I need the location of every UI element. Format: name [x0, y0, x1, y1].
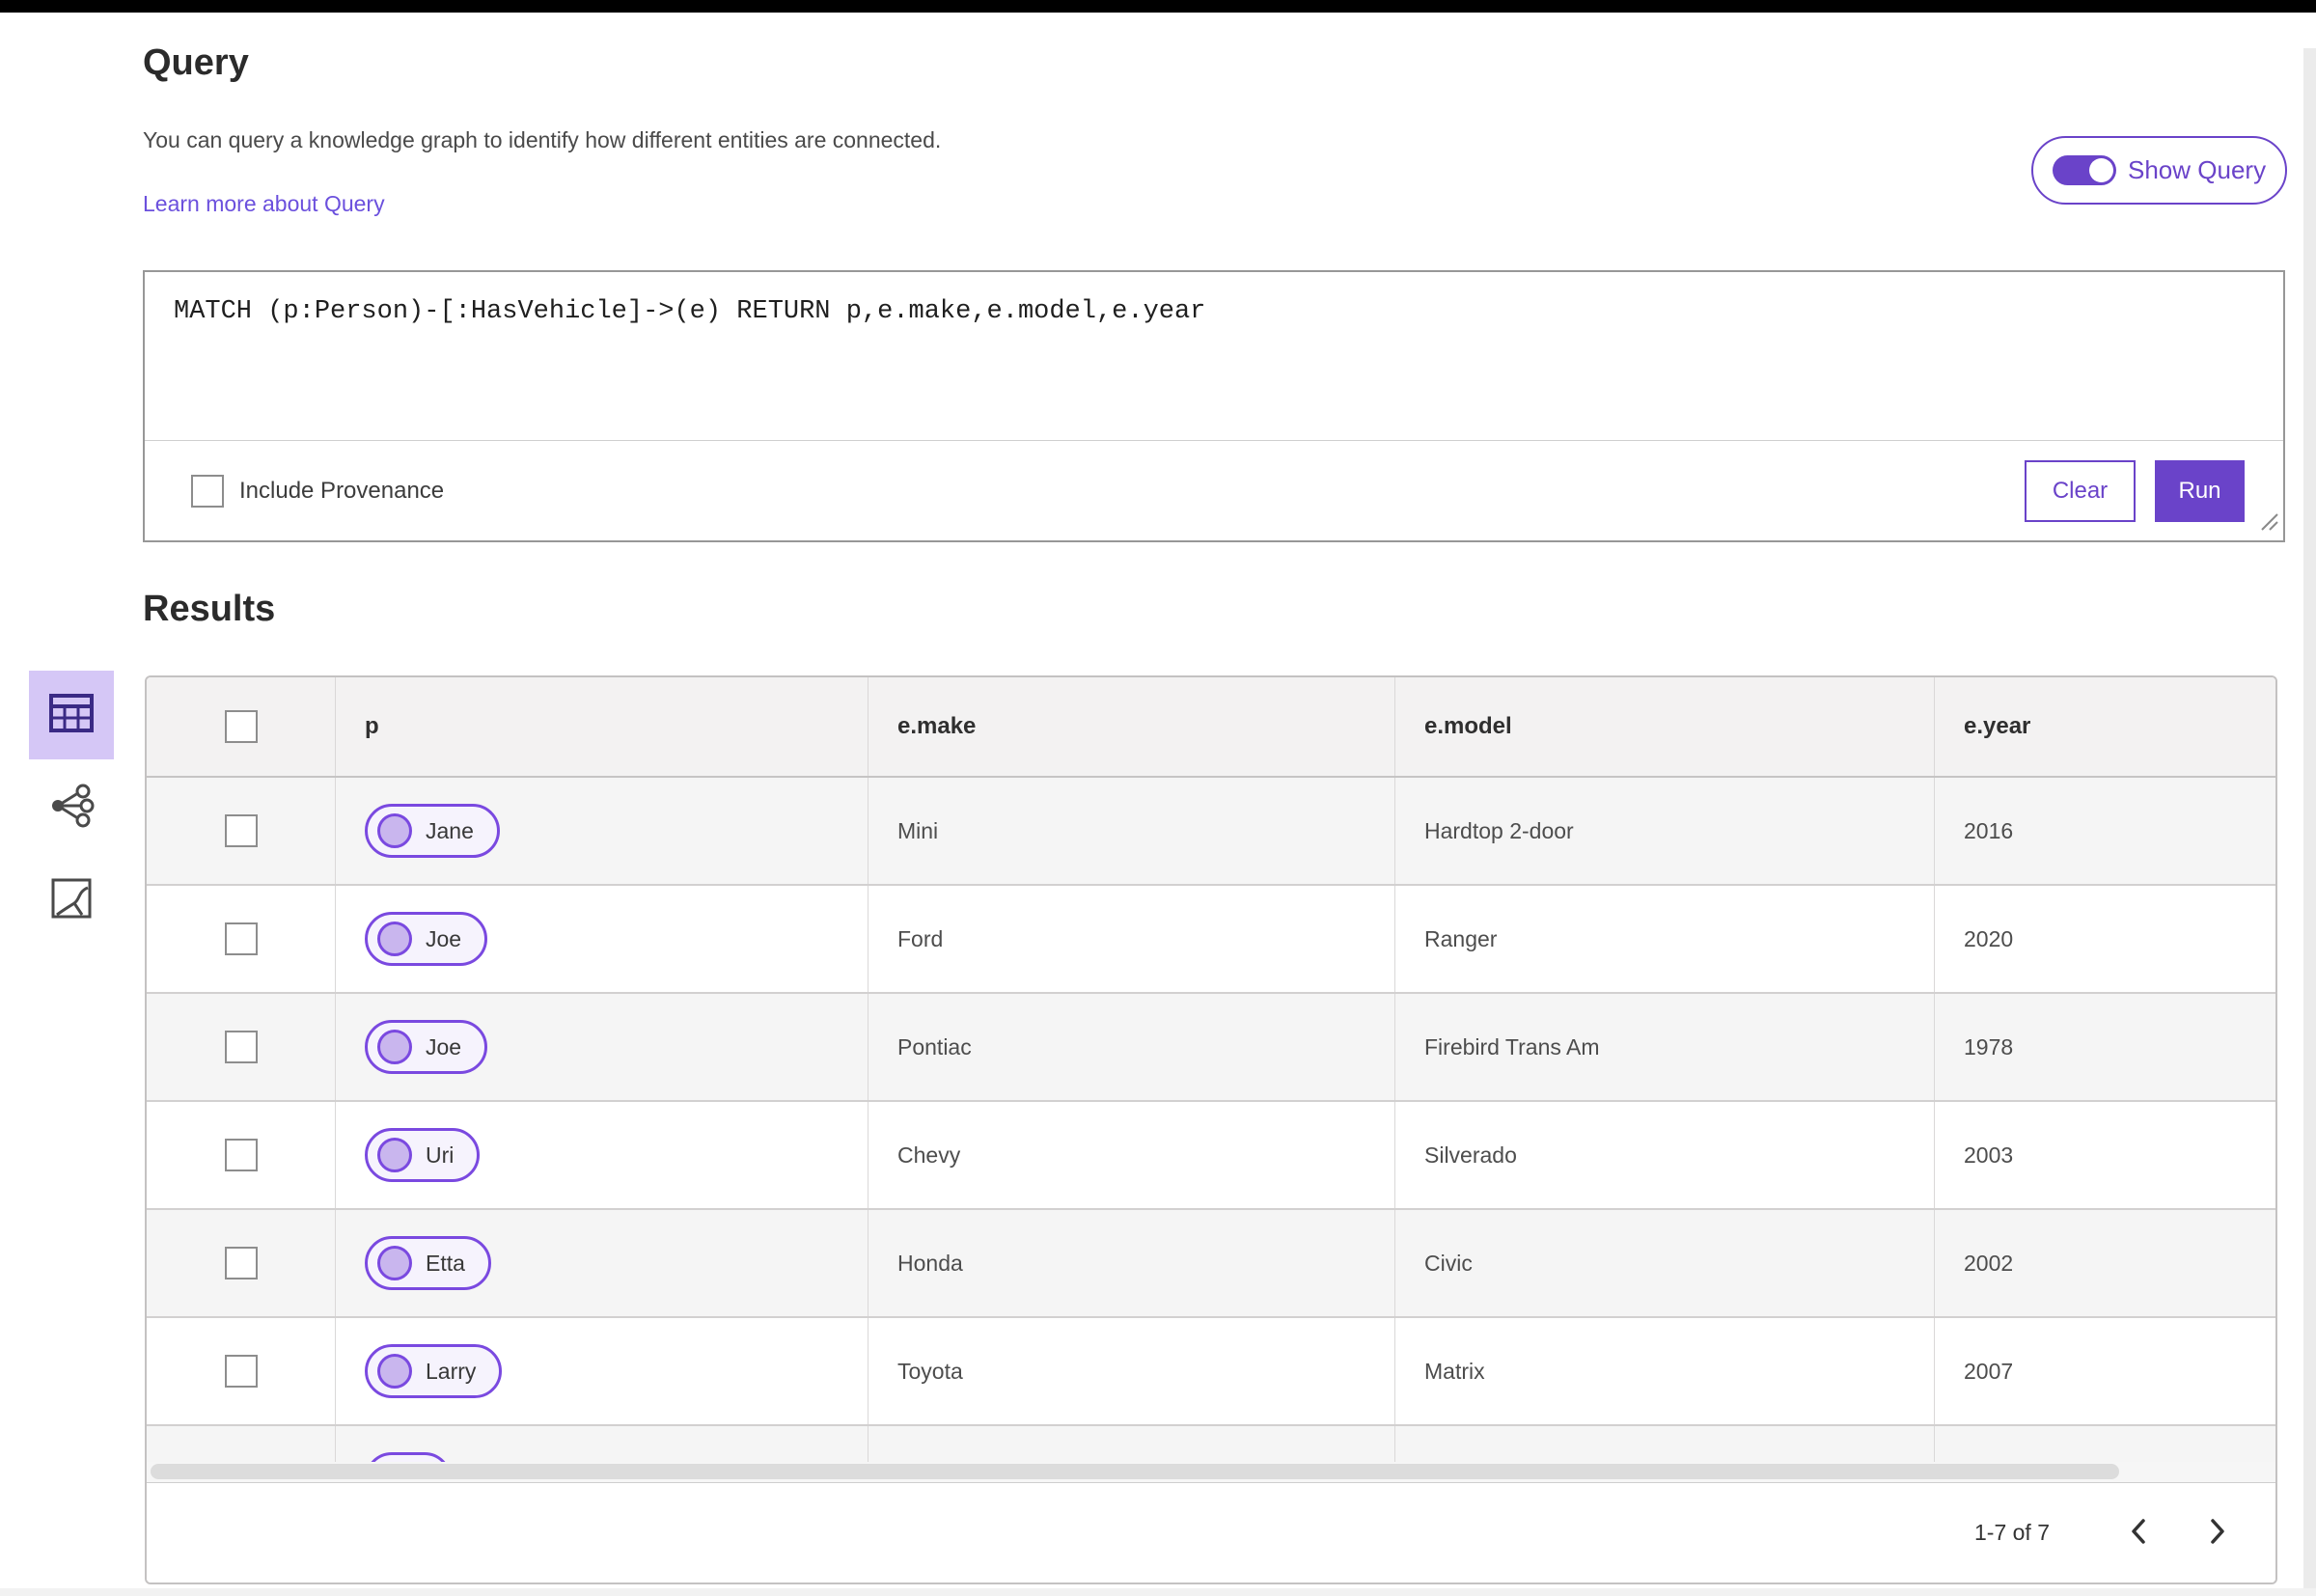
- entity-node-icon: [377, 1138, 412, 1172]
- results-view-switcher: [29, 671, 114, 945]
- tab-link-chart-view[interactable]: [29, 763, 114, 852]
- table-header-row: p e.make e.model e.year: [147, 677, 2275, 778]
- row-checkbox[interactable]: [224, 814, 258, 847]
- entity-chip[interactable]: Jane: [365, 804, 500, 858]
- column-header-make[interactable]: e.make: [868, 677, 1395, 776]
- learn-more-link[interactable]: Learn more about Query: [143, 191, 385, 217]
- page-bottom-edge: [0, 1588, 2316, 1596]
- map-icon: [49, 876, 94, 925]
- include-provenance-checkbox[interactable]: [191, 474, 224, 508]
- cell-year: 2016: [1964, 817, 2014, 843]
- cell-model: Matrix: [1395, 1318, 1935, 1424]
- cell-year: 2007: [1964, 1358, 2014, 1384]
- next-page-button[interactable]: [2189, 1504, 2247, 1562]
- chevron-left-icon: [2128, 1517, 2149, 1549]
- row-checkbox[interactable]: [224, 1031, 258, 1063]
- scrollbar-thumb[interactable]: [151, 1464, 2119, 1479]
- cell-year: 2003: [1964, 1142, 2014, 1168]
- table-row: Larry Toyota Matrix 2007: [147, 1318, 2275, 1426]
- column-header-year[interactable]: e.year: [1935, 677, 2275, 776]
- run-button[interactable]: Run: [2155, 459, 2245, 522]
- row-checkbox[interactable]: [224, 922, 258, 955]
- cell-make: Chevy: [868, 1102, 1395, 1208]
- cell-model: [1395, 1426, 1935, 1462]
- entity-chip[interactable]: Etta: [365, 1236, 491, 1290]
- entity-chip[interactable]: Joe: [365, 1020, 488, 1074]
- pagination-range: 1-7 of 7: [1974, 1520, 2050, 1545]
- cell-model: Civic: [1395, 1210, 1935, 1316]
- row-checkbox[interactable]: [224, 1247, 258, 1280]
- entity-chip[interactable]: Uri: [365, 1128, 481, 1182]
- table-body: Jane Mini Hardtop 2-door 2016 Joe Ford R…: [147, 778, 2275, 1462]
- page-description: You can query a knowledge graph to ident…: [143, 127, 942, 152]
- page-vertical-scrollbar[interactable]: [2303, 48, 2316, 1596]
- entity-node-icon: [377, 1246, 412, 1280]
- show-query-toggle[interactable]: Show Query: [2031, 136, 2287, 205]
- entity-chip[interactable]: Larry: [365, 1344, 503, 1398]
- entity-node-icon: [377, 813, 412, 848]
- toggle-knob: [2089, 158, 2113, 182]
- cell-year: 2020: [1964, 925, 2014, 951]
- clear-button[interactable]: Clear: [2025, 459, 2136, 522]
- query-toolbar: Include Provenance Clear Run: [145, 441, 2283, 540]
- cell-make: Mini: [868, 778, 1395, 884]
- cell-model: Silverado: [1395, 1102, 1935, 1208]
- window-top-bar: [0, 0, 2316, 13]
- table-row-partial: [147, 1426, 2275, 1462]
- select-all-checkbox[interactable]: [224, 710, 258, 743]
- cell-model: Hardtop 2-door: [1395, 778, 1935, 884]
- table-row: Joe Pontiac Firebird Trans Am 1978: [147, 994, 2275, 1102]
- entity-chip[interactable]: Joe: [365, 912, 488, 966]
- tab-table-view[interactable]: [29, 671, 114, 759]
- query-input[interactable]: MATCH (p:Person)-[:HasVehicle]->(e) RETU…: [145, 272, 2283, 441]
- include-provenance-label: Include Provenance: [239, 477, 445, 504]
- column-header-model[interactable]: e.model: [1395, 677, 1935, 776]
- cell-make: Toyota: [868, 1318, 1395, 1424]
- row-checkbox[interactable]: [224, 1355, 258, 1388]
- entity-node-icon: [377, 1354, 412, 1389]
- cell-year: [1935, 1426, 2275, 1462]
- column-header-p[interactable]: p: [336, 677, 868, 776]
- chevron-right-icon: [2207, 1517, 2228, 1549]
- show-query-label: Show Query: [2128, 155, 2267, 184]
- row-checkbox[interactable]: [224, 1139, 258, 1171]
- results-table: p e.make e.model e.year Jane Mini Hardto…: [145, 675, 2277, 1584]
- results-title: Results: [143, 589, 276, 629]
- entity-node-icon: [377, 922, 412, 956]
- cell-make: Pontiac: [868, 994, 1395, 1100]
- entity-node-icon: [377, 1030, 412, 1064]
- cell-make: [868, 1426, 1395, 1462]
- query-editor-panel: MATCH (p:Person)-[:HasVehicle]->(e) RETU…: [143, 270, 2285, 542]
- cell-make: Ford: [868, 886, 1395, 992]
- toggle-on-icon[interactable]: [2053, 155, 2116, 185]
- table-icon: [48, 693, 95, 738]
- cell-make: Honda: [868, 1210, 1395, 1316]
- table-row: Jane Mini Hardtop 2-door 2016: [147, 778, 2275, 886]
- entity-chip[interactable]: [365, 1452, 452, 1462]
- table-pagination: 1-7 of 7: [147, 1483, 2275, 1582]
- cell-model: Ranger: [1395, 886, 1935, 992]
- table-row: Joe Ford Ranger 2020: [147, 886, 2275, 994]
- cell-year: 2002: [1964, 1250, 2014, 1276]
- cell-model: Firebird Trans Am: [1395, 994, 1935, 1100]
- table-row: Uri Chevy Silverado 2003: [147, 1102, 2275, 1210]
- table-row: Etta Honda Civic 2002: [147, 1210, 2275, 1318]
- page-title: Query: [143, 42, 249, 83]
- previous-page-button[interactable]: [2109, 1504, 2167, 1562]
- link-chart-icon: [48, 784, 95, 833]
- resize-handle-icon[interactable]: [2254, 507, 2279, 537]
- table-horizontal-scrollbar[interactable]: [147, 1462, 2275, 1483]
- cell-year: 1978: [1964, 1033, 2014, 1059]
- tab-map-view[interactable]: [29, 856, 114, 945]
